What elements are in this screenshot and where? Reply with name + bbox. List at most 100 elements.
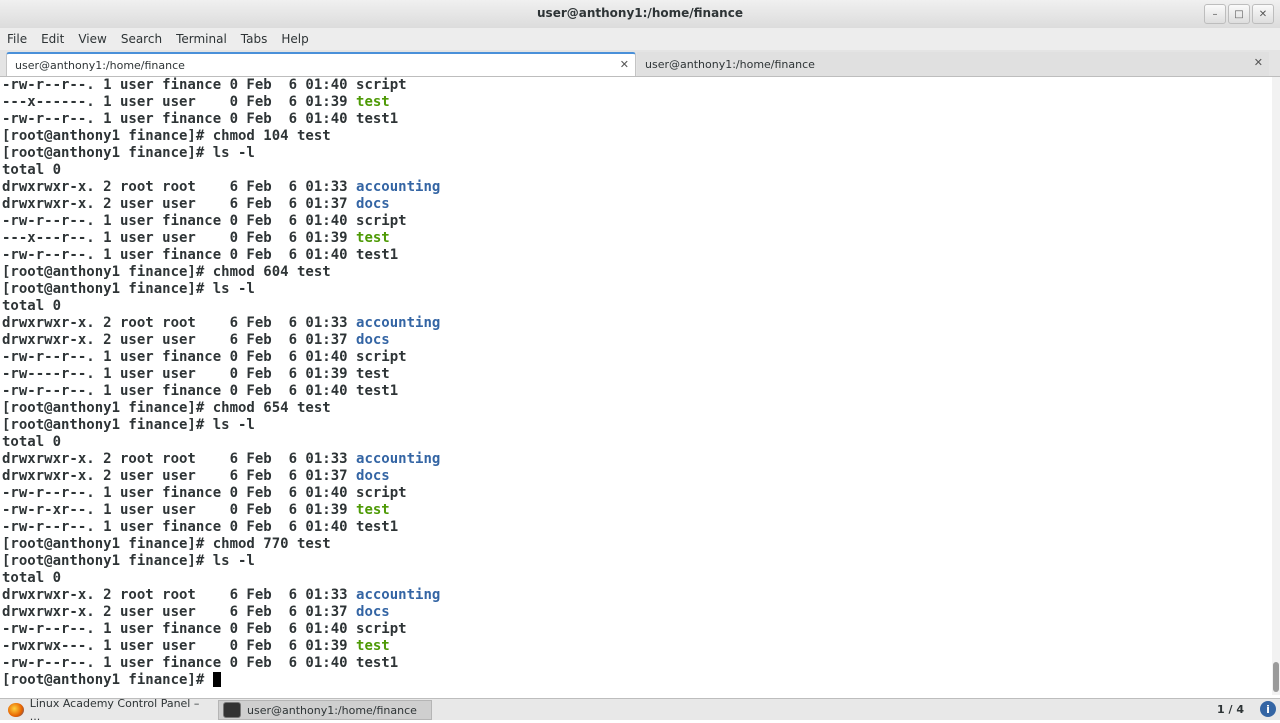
terminal-text: ---x---r--. 1 user user 0 Feb 6 01:39	[2, 230, 357, 246]
terminal-dir-entry: test	[356, 230, 390, 246]
scrollbar-thumb[interactable]	[1273, 662, 1279, 692]
menu-edit[interactable]: Edit	[41, 32, 64, 46]
close-window-button[interactable]: ✕	[1252, 4, 1274, 24]
terminal-line: ---x------. 1 user user 0 Feb 6 01:39 te…	[2, 94, 390, 111]
terminal-line: [root@anthony1 finance]# ls -l	[2, 145, 255, 162]
terminal-line: total 0	[2, 298, 61, 315]
terminal-text: -rw-r--r--. 1 user finance 0 Feb 6 01:40	[2, 77, 357, 93]
firefox-icon	[8, 703, 24, 717]
terminal-text: test	[356, 366, 390, 382]
terminal-line: -rw-r--r--. 1 user finance 0 Feb 6 01:40…	[2, 621, 407, 638]
terminal-text: script	[356, 621, 407, 637]
menu-terminal[interactable]: Terminal	[176, 32, 227, 46]
terminal-text: -rw-r--r--. 1 user finance 0 Feb 6 01:40	[2, 111, 357, 127]
terminal-dir-entry: docs	[356, 468, 390, 484]
minimize-button[interactable]: –	[1204, 4, 1226, 24]
terminal-line: [root@anthony1 finance]# chmod 770 test	[2, 536, 331, 553]
terminal-text: -rw-r--r--. 1 user finance 0 Feb 6 01:40	[2, 655, 357, 671]
terminal-text: drwxrwxr-x. 2 user user 6 Feb 6 01:37	[2, 468, 357, 484]
terminal-text: script	[356, 349, 407, 365]
terminal-text: -rw-r--r--. 1 user finance 0 Feb 6 01:40	[2, 485, 357, 501]
taskbar-item-label: Linux Academy Control Panel – ...	[29, 697, 200, 723]
terminal-text: script	[356, 485, 407, 501]
terminal-dir-entry: docs	[356, 604, 390, 620]
terminal-line: -rw----r--. 1 user user 0 Feb 6 01:39 te…	[2, 366, 390, 383]
tab-terminal-1[interactable]: user@anthony1:/home/finance ✕	[6, 52, 636, 76]
terminal-line: drwxrwxr-x. 2 user user 6 Feb 6 01:37 do…	[2, 604, 390, 621]
terminal-text: drwxrwxr-x. 2 user user 6 Feb 6 01:37	[2, 332, 357, 348]
window-titlebar[interactable]: user@anthony1:/home/finance – □ ✕	[0, 0, 1280, 29]
terminal-line: ---x---r--. 1 user user 0 Feb 6 01:39 te…	[2, 230, 390, 247]
minimize-icon: –	[1212, 8, 1218, 20]
maximize-icon: □	[1234, 8, 1244, 20]
terminal-line: -rw-r-xr--. 1 user user 0 Feb 6 01:39 te…	[2, 502, 390, 519]
terminal-line: drwxrwxr-x. 2 root root 6 Feb 6 01:33 ac…	[2, 179, 440, 196]
terminal-text: script	[356, 77, 407, 93]
maximize-button[interactable]: □	[1228, 4, 1250, 24]
terminal-text: script	[356, 213, 407, 229]
terminal-dir-entry: accounting	[356, 179, 441, 195]
terminal-text: test1	[356, 655, 399, 671]
menu-help[interactable]: Help	[281, 32, 308, 46]
menu-tabs[interactable]: Tabs	[241, 32, 268, 46]
terminal-line: total 0	[2, 434, 61, 451]
terminal-dir-entry: docs	[356, 332, 390, 348]
terminal-text: -rw-r--r--. 1 user finance 0 Feb 6 01:40	[2, 383, 357, 399]
terminal-text: -rw-r--r--. 1 user finance 0 Feb 6 01:40	[2, 213, 357, 229]
terminal-dir-entry: accounting	[356, 451, 441, 467]
taskbar-item-browser[interactable]: Linux Academy Control Panel – ...	[4, 697, 210, 723]
terminal-dir-entry: test	[356, 502, 390, 518]
terminal-text: -rw-r--r--. 1 user finance 0 Feb 6 01:40	[2, 621, 357, 637]
terminal-text: -rwxrwx---. 1 user user 0 Feb 6 01:39	[2, 638, 357, 654]
terminal-text: drwxrwxr-x. 2 user user 6 Feb 6 01:37	[2, 196, 357, 212]
terminal-text: drwxrwxr-x. 2 root root 6 Feb 6 01:33	[2, 587, 357, 603]
close-tab-icon[interactable]: ✕	[620, 58, 629, 71]
menu-view[interactable]: View	[78, 32, 106, 46]
terminal-text: total 0	[2, 570, 62, 586]
terminal-text: -rw-r-xr--. 1 user user 0 Feb 6 01:39	[2, 502, 357, 518]
terminal-text: ---x------. 1 user user 0 Feb 6 01:39	[2, 94, 357, 110]
workspace-pager[interactable]: 1 / 4	[1217, 703, 1244, 716]
terminal-text: [root@anthony1 finance]# chmod 770 test	[2, 536, 331, 552]
terminal-line: drwxrwxr-x. 2 root root 6 Feb 6 01:33 ac…	[2, 315, 440, 332]
info-icon[interactable]: i	[1260, 701, 1276, 717]
terminal-line: drwxrwxr-x. 2 root root 6 Feb 6 01:33 ac…	[2, 587, 440, 604]
terminal-text: test1	[356, 247, 399, 263]
terminal-text: -rw-r--r--. 1 user finance 0 Feb 6 01:40	[2, 349, 357, 365]
close-icon: ✕	[1258, 8, 1268, 20]
terminal-text: total 0	[2, 162, 62, 178]
terminal-line: -rw-r--r--. 1 user finance 0 Feb 6 01:40…	[2, 247, 398, 264]
terminal-line: -rw-r--r--. 1 user finance 0 Feb 6 01:40…	[2, 485, 407, 502]
terminal-text: [root@anthony1 finance]# ls -l	[2, 417, 255, 433]
terminal-text: drwxrwxr-x. 2 root root 6 Feb 6 01:33	[2, 315, 357, 331]
terminal-dir-entry: test	[356, 94, 390, 110]
terminal-line: [root@anthony1 finance]# ls -l	[2, 553, 255, 570]
menu-file[interactable]: File	[7, 32, 27, 46]
terminal-line: [root@anthony1 finance]# ls -l	[2, 281, 255, 298]
menu-search[interactable]: Search	[121, 32, 162, 46]
terminal-output[interactable]: -rw-r--r--. 1 user finance 0 Feb 6 01:40…	[0, 77, 1272, 695]
taskbar-item-terminal[interactable]: user@anthony1:/home/finance	[218, 700, 432, 720]
terminal-line: -rw-r--r--. 1 user finance 0 Feb 6 01:40…	[2, 383, 398, 400]
terminal-text: [root@anthony1 finance]# ls -l	[2, 553, 255, 569]
terminal-line: drwxrwxr-x. 2 user user 6 Feb 6 01:37 do…	[2, 332, 390, 349]
terminal-text: total 0	[2, 298, 62, 314]
terminal-line: [root@anthony1 finance]#	[2, 671, 221, 689]
terminal-text: -rw----r--. 1 user user 0 Feb 6 01:39	[2, 366, 357, 382]
terminal-line: -rw-r--r--. 1 user finance 0 Feb 6 01:40…	[2, 77, 407, 94]
terminal-text: [root@anthony1 finance]# chmod 104 test	[2, 128, 331, 144]
terminal-line: drwxrwxr-x. 2 user user 6 Feb 6 01:37 do…	[2, 196, 390, 213]
terminal-text: [root@anthony1 finance]# ls -l	[2, 145, 255, 161]
close-tab-icon[interactable]: ✕	[1254, 56, 1263, 69]
terminal-scrollbar[interactable]	[1272, 77, 1280, 695]
terminal-text: drwxrwxr-x. 2 root root 6 Feb 6 01:33	[2, 451, 357, 467]
terminal-line: -rw-r--r--. 1 user finance 0 Feb 6 01:40…	[2, 213, 407, 230]
terminal-line: [root@anthony1 finance]# chmod 654 test	[2, 400, 331, 417]
terminal-text: drwxrwxr-x. 2 root root 6 Feb 6 01:33	[2, 179, 357, 195]
window-title: user@anthony1:/home/finance	[537, 6, 743, 20]
terminal-text: [root@anthony1 finance]#	[2, 672, 213, 688]
terminal-text: test1	[356, 519, 399, 535]
tab-terminal-2[interactable]: user@anthony1:/home/finance ✕	[637, 52, 1269, 76]
terminal-text: [root@anthony1 finance]# chmod 654 test	[2, 400, 331, 416]
terminal-line: drwxrwxr-x. 2 root root 6 Feb 6 01:33 ac…	[2, 451, 440, 468]
